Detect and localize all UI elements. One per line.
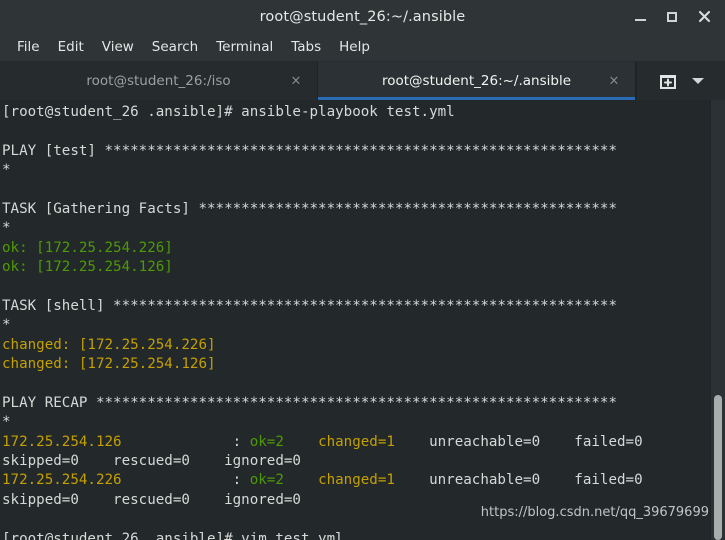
tab-ansible[interactable]: root@student_26:~/.ansible ×	[317, 62, 636, 100]
terminal-segment: TASK [shell] ***************************…	[2, 297, 617, 314]
terminal-line-play-recap-header-wrap: *	[2, 413, 725, 432]
terminal-segment	[284, 434, 318, 450]
terminal-line-task-gathering-facts: TASK [Gathering Facts] *****************…	[2, 200, 725, 219]
terminal-segment: 172.25.254.226	[2, 472, 122, 489]
menu-item-terminal[interactable]: Terminal	[207, 37, 282, 57]
terminal-segment: :	[121, 433, 250, 450]
tab-bar: root@student_26:/iso × root@student_26:~…	[0, 62, 725, 100]
close-icon	[698, 10, 710, 23]
window-controls	[625, 0, 719, 33]
terminal-line-task-shell-wrap: *	[2, 316, 725, 335]
terminal-segment: *	[2, 317, 11, 334]
tab-iso[interactable]: root@student_26:/iso ×	[0, 62, 317, 100]
minimize-button[interactable]	[625, 3, 655, 31]
tab-iso-close-icon[interactable]: ×	[289, 75, 303, 88]
terminal-segment: ok=2	[249, 433, 284, 450]
terminal-segment: *	[2, 220, 11, 237]
terminal-segment: :	[121, 472, 250, 489]
terminal-line-play-header-wrap: *	[2, 161, 725, 180]
terminal-segment: skipped=0 rescued=0 ignored=0	[2, 453, 301, 470]
terminal-line-ok-126: ok: [172.25.254.126]	[2, 258, 725, 277]
terminal-segment: ok: [172.25.254.226]	[2, 239, 173, 256]
terminal-line-task-shell: TASK [shell] ***************************…	[2, 297, 725, 316]
terminal-segment: ok: [172.25.254.126]	[2, 259, 173, 276]
terminal-line-changed-126: changed: [172.25.254.126]	[2, 355, 725, 374]
terminal-line-recap-226: 172.25.254.226 : ok=2 changed=1 unreacha…	[2, 471, 725, 490]
terminal-line-play-recap-header: PLAY RECAP *****************************…	[2, 394, 725, 413]
terminal-segment: changed: [172.25.254.126]	[2, 356, 216, 373]
terminal-segment: changed: [172.25.254.226]	[2, 336, 216, 353]
terminal-segment: changed=1	[318, 433, 395, 450]
terminal-line-ok-226: ok: [172.25.254.226]	[2, 239, 725, 258]
menu-item-help[interactable]: Help	[330, 37, 379, 57]
terminal-text: [root@student_26 .ansible]# ansible-play…	[2, 103, 725, 540]
tab-iso-label: root@student_26:/iso	[86, 73, 231, 89]
terminal-segment	[284, 472, 318, 488]
maximize-button[interactable]	[657, 3, 687, 31]
terminal-segment: PLAY [test] ****************************…	[2, 142, 617, 159]
menu-item-edit[interactable]: Edit	[49, 37, 93, 57]
terminal-line-blank-3	[2, 278, 725, 297]
maximize-icon	[667, 11, 677, 22]
terminal-segment: TASK [Gathering Facts] *****************…	[2, 200, 617, 217]
menu-item-view[interactable]: View	[93, 37, 143, 57]
terminal-line-changed-226: changed: [172.25.254.226]	[2, 336, 725, 355]
terminal-segment: unreachable=0 failed=0	[394, 433, 643, 450]
terminal-line-blank-5	[2, 510, 725, 529]
terminal-segment: changed=1	[318, 472, 395, 489]
terminal-segment: 172.25.254.126	[2, 433, 122, 450]
scrollbar-thumb[interactable]	[714, 394, 722, 540]
terminal-segment: PLAY RECAP *****************************…	[2, 394, 617, 411]
terminal-segment: [root@student_26 .ansible]# vim test.yml	[2, 530, 344, 540]
terminal-line-recap-226-wrap: skipped=0 rescued=0 ignored=0	[2, 491, 725, 510]
terminal-line-recap-126-wrap: skipped=0 rescued=0 ignored=0	[2, 452, 725, 471]
tab-ansible-label: root@student_26:~/.ansible	[381, 73, 572, 89]
terminal-segment: skipped=0 rescued=0 ignored=0	[2, 491, 301, 508]
terminal-line-cmd-2: [root@student_26 .ansible]# vim test.yml	[2, 530, 725, 540]
terminal-line-play-header: PLAY [test] ****************************…	[2, 142, 725, 161]
title-bar: root@student_26:~/.ansible	[0, 0, 725, 33]
terminal-line-blank-1	[2, 122, 725, 141]
terminal-window: root@student_26:~/.ansible File Edit Vie…	[0, 0, 725, 540]
tab-ansible-close-icon[interactable]: ×	[607, 75, 621, 88]
menu-bar: File Edit View Search Terminal Tabs Help	[0, 33, 725, 62]
terminal-line-task-gathering-facts-wrap: *	[2, 219, 725, 238]
terminal-output-area[interactable]: [root@student_26 .ansible]# ansible-play…	[0, 100, 725, 540]
terminal-line-recap-126: 172.25.254.126 : ok=2 changed=1 unreacha…	[2, 433, 725, 452]
terminal-segment: [root@student_26 .ansible]# ansible-play…	[2, 104, 455, 120]
terminal-line-cmd-1: [root@student_26 .ansible]# ansible-play…	[2, 103, 725, 122]
terminal-scrollbar[interactable]	[710, 100, 725, 540]
terminal-segment: ok=2	[249, 472, 284, 489]
terminal-line-blank-4	[2, 374, 725, 393]
window-title: root@student_26:~/.ansible	[259, 8, 466, 25]
menu-item-tabs[interactable]: Tabs	[282, 37, 330, 57]
terminal-segment: *	[2, 414, 11, 431]
close-button[interactable]	[689, 3, 719, 31]
menu-item-file[interactable]: File	[8, 37, 49, 57]
tab-bar-actions	[636, 62, 725, 100]
terminal-segment: *	[2, 162, 11, 179]
minimize-icon	[634, 19, 646, 21]
terminal-line-blank-2	[2, 181, 725, 200]
menu-item-search[interactable]: Search	[143, 37, 207, 57]
chevron-down-icon[interactable]	[692, 78, 704, 84]
terminal-segment: unreachable=0 failed=0	[394, 472, 643, 489]
new-terminal-tab-icon[interactable]	[658, 72, 678, 91]
